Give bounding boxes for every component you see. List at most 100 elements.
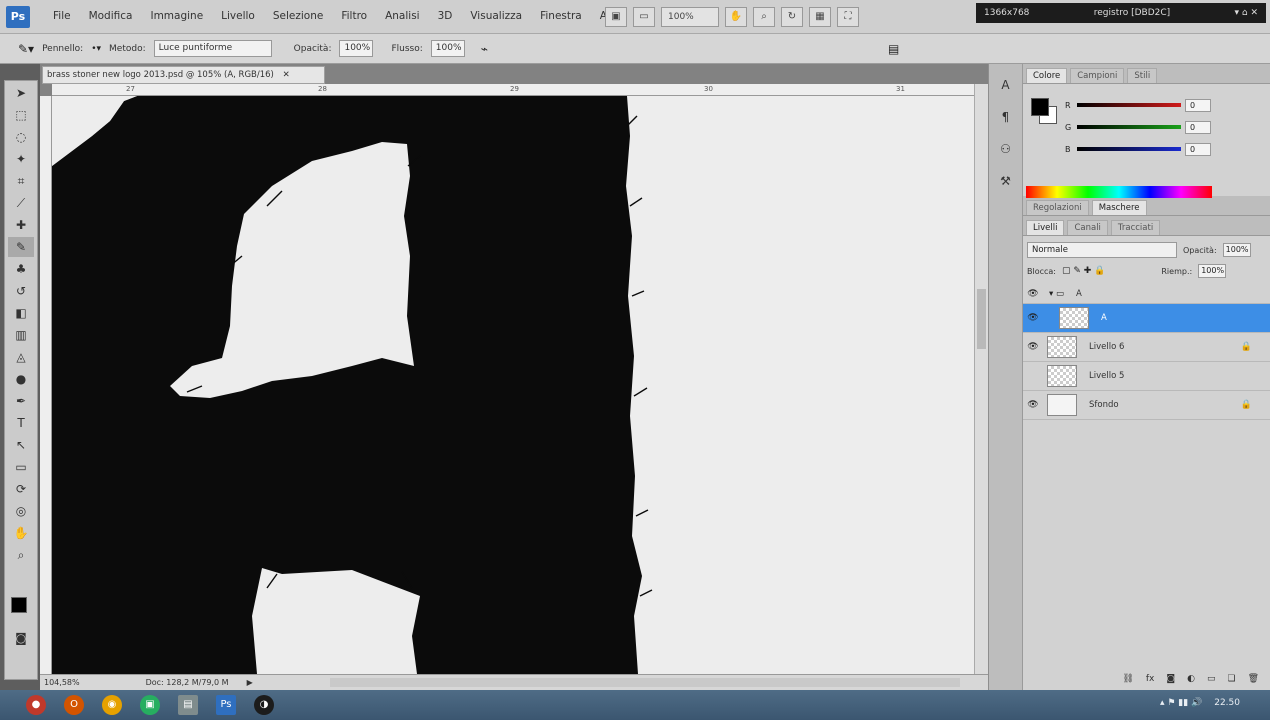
hand-tool-icon[interactable]: ✋ — [8, 523, 34, 543]
image-canvas[interactable] — [52, 96, 974, 674]
paragraph-panel-icon[interactable]: ¶ — [995, 106, 1017, 128]
quick-mask-icon[interactable]: ◙ — [8, 628, 34, 648]
bridge-icon[interactable]: ▣ — [605, 7, 627, 27]
lock-icons[interactable]: ▢ ✎ ✚ 🔒 — [1062, 266, 1105, 276]
marquee-tool-icon[interactable]: ⬚ — [8, 105, 34, 125]
layer-row[interactable]: Livello 5 — [1023, 362, 1270, 391]
app-icon[interactable]: ▣ — [140, 695, 160, 715]
dodge-tool-icon[interactable]: ● — [8, 369, 34, 389]
brush-size-picker[interactable]: •▾ — [91, 44, 101, 54]
rotate-view-icon[interactable]: ↻ — [781, 7, 803, 27]
blue-value[interactable]: 0 — [1185, 142, 1211, 156]
green-slider[interactable] — [1077, 125, 1181, 129]
layer-group-row[interactable]: 👁 ▾ ▭ A — [1023, 284, 1270, 304]
blend-mode-select[interactable]: Normale — [1027, 242, 1177, 258]
status-arrow-icon[interactable]: ▶ — [247, 678, 253, 687]
tab-canali[interactable]: Canali — [1067, 220, 1108, 235]
menu-visualizza[interactable]: Visualizza — [461, 10, 531, 22]
menu-selezione[interactable]: Selezione — [264, 10, 332, 22]
opera-icon[interactable]: O — [64, 695, 84, 715]
zoom-icon[interactable]: ⌕ — [753, 7, 775, 27]
explorer-icon[interactable]: ▤ — [178, 695, 198, 715]
photoshop-taskbar-icon[interactable]: Ps — [216, 695, 236, 715]
menu-filtro[interactable]: Filtro — [332, 10, 376, 22]
tab-stili[interactable]: Stili — [1127, 68, 1158, 83]
crop-tool-icon[interactable]: ⌗ — [8, 171, 34, 191]
blue-slider[interactable] — [1077, 147, 1181, 151]
eraser-tool-icon[interactable]: ◧ — [8, 303, 34, 323]
shape-tool-icon[interactable]: ▭ — [8, 457, 34, 477]
red-slider[interactable] — [1077, 103, 1181, 107]
brush-tool-icon[interactable]: ✎▾ — [18, 42, 34, 56]
healing-tool-icon[interactable]: ✚ — [8, 215, 34, 235]
eye-icon[interactable]: 👁 — [1023, 342, 1043, 352]
menu-finestra[interactable]: Finestra — [531, 10, 591, 22]
link-layers-icon[interactable]: ⛓ — [1122, 674, 1133, 684]
green-value[interactable]: 0 — [1185, 120, 1211, 134]
layer-row[interactable]: 👁 A — [1023, 304, 1270, 333]
layer-row[interactable]: 👁 Sfondo 🔒 — [1023, 391, 1270, 420]
menu-modifica[interactable]: Modifica — [80, 10, 142, 22]
pen-tool-icon[interactable]: ✒ — [8, 391, 34, 411]
red-value[interactable]: 0 — [1185, 98, 1211, 112]
zoom-select[interactable]: 100% — [661, 7, 719, 27]
new-group-icon[interactable]: ▭ — [1207, 674, 1216, 684]
history-brush-icon[interactable]: ↺ — [8, 281, 34, 301]
path-selection-icon[interactable]: ↖ — [8, 435, 34, 455]
status-zoom[interactable]: 104,58% — [44, 678, 80, 687]
layer-opacity-field[interactable]: 100% — [1222, 243, 1251, 257]
tab-campioni[interactable]: Campioni — [1070, 68, 1125, 83]
menu-3d[interactable]: 3D — [429, 10, 462, 22]
tab-tracciati[interactable]: Tracciati — [1110, 220, 1161, 235]
tab-livelli[interactable]: Livelli — [1026, 220, 1065, 235]
screen-mode-icon[interactable]: ⛶ — [837, 7, 859, 27]
eyedropper-tool-icon[interactable]: ⟋ — [8, 193, 34, 213]
zoom-tool-icon[interactable]: ⌕ — [8, 545, 34, 565]
eye-icon[interactable]: 👁 — [1023, 400, 1043, 410]
quick-selection-icon[interactable]: ✦ — [8, 149, 34, 169]
brush-tool-icon[interactable]: ✎ — [8, 237, 34, 257]
brush-panel-icon[interactable]: ▤ — [888, 42, 899, 56]
menu-analisi[interactable]: Analisi — [376, 10, 429, 22]
hand-icon[interactable]: ✋ — [725, 7, 747, 27]
view-extras-icon[interactable]: ▭ — [633, 7, 655, 27]
tray-icons[interactable]: ▴ ⚑ ▮▮ 🔊 — [1160, 698, 1202, 708]
mode-select[interactable]: Luce puntiforme — [153, 40, 272, 57]
flow-field[interactable]: 100% — [430, 40, 465, 57]
vertical-scrollbar[interactable] — [974, 84, 988, 674]
layer-mask-icon[interactable]: ◙ — [1166, 674, 1175, 684]
horizontal-scrollbar[interactable] — [330, 678, 960, 687]
character-panel-icon[interactable]: A — [995, 74, 1017, 96]
delete-layer-icon[interactable]: 🗑 — [1248, 674, 1259, 684]
new-layer-icon[interactable]: ❏ — [1227, 674, 1235, 684]
gradient-tool-icon[interactable]: ▥ — [8, 325, 34, 345]
foreground-swatch[interactable] — [1031, 98, 1049, 116]
color-spectrum[interactable] — [1026, 186, 1212, 198]
airbrush-icon[interactable]: ⌁ — [481, 42, 488, 56]
clone-stamp-icon[interactable]: ♣ — [8, 259, 34, 279]
3d-rotate-icon[interactable]: ⟳ — [8, 479, 34, 499]
start-icon[interactable]: ● — [26, 695, 46, 715]
menu-file[interactable]: File — [44, 10, 80, 22]
window-controls-icon[interactable]: ▾ ⌂ ✕ — [1235, 8, 1259, 18]
tool-presets-icon[interactable]: ⚒ — [995, 170, 1017, 192]
clone-source-icon[interactable]: ⚇ — [995, 138, 1017, 160]
menu-livello[interactable]: Livello — [212, 10, 264, 22]
lasso-tool-icon[interactable]: ◌ — [8, 127, 34, 147]
layer-row[interactable]: 👁 Livello 6 🔒 — [1023, 333, 1270, 362]
adjustment-layer-icon[interactable]: ◐ — [1187, 674, 1195, 684]
close-tab-icon[interactable]: ✕ — [283, 70, 290, 80]
3d-orbit-icon[interactable]: ◎ — [8, 501, 34, 521]
eye-icon[interactable]: 👁 — [1023, 313, 1043, 323]
eye-icon[interactable]: 👁 — [1023, 289, 1043, 299]
menu-immagine[interactable]: Immagine — [141, 10, 212, 22]
foreground-color-swatch[interactable] — [11, 597, 27, 613]
tab-regolazioni[interactable]: Regolazioni — [1026, 200, 1089, 215]
type-tool-icon[interactable]: T — [8, 413, 34, 433]
clock[interactable]: 22.50 — [1214, 698, 1240, 708]
fill-field[interactable]: 100% — [1198, 264, 1227, 278]
chrome-icon[interactable]: ◉ — [102, 695, 122, 715]
layer-style-icon[interactable]: fx — [1146, 674, 1155, 684]
document-tab[interactable]: brass stoner new logo 2013.psd @ 105% (A… — [42, 66, 325, 84]
tab-maschere[interactable]: Maschere — [1091, 200, 1147, 215]
